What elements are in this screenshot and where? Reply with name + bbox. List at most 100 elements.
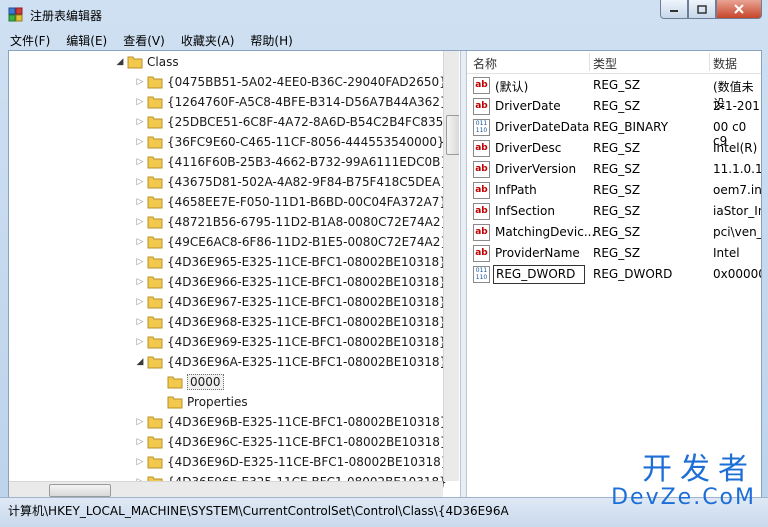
value-name: InfPath: [495, 183, 537, 197]
value-row[interactable]: ab (默认) REG_SZ (数值未设: [467, 75, 761, 111]
value-type: REG_SZ: [593, 162, 641, 176]
tree-item-label: {4D36E966-E325-11CE-BFC1-08002BE10318}: [167, 275, 447, 289]
tree-item[interactable]: ▷ {48721B56-6795-11D2-B1A8-0080C72E74A2}: [133, 212, 449, 232]
value-row[interactable]: ab InfSection REG_SZ iaStor_In: [467, 201, 761, 222]
menu-favorites[interactable]: 收藏夹(A): [171, 32, 241, 49]
menu-bar: 文件(F) 编辑(E) 查看(V) 收藏夹(A) 帮助(H): [0, 30, 768, 50]
tree-item[interactable]: Properties: [153, 392, 248, 412]
value-name: InfSection: [495, 204, 555, 218]
tree-item[interactable]: ▷ {4D36E96B-E325-11CE-BFC1-08002BE10318}: [133, 412, 448, 432]
value-type: REG_SZ: [593, 78, 641, 92]
string-value-icon: ab: [473, 245, 490, 262]
tree-item-label: {4D36E96B-E325-11CE-BFC1-08002BE10318}: [167, 415, 448, 429]
value-row[interactable]: ab InfPath REG_SZ oem7.in: [467, 180, 761, 201]
expand-arrow-icon[interactable]: ▷: [133, 117, 147, 127]
value-row[interactable]: 011 110 DriverDateData REG_BINARY 00 c0 c9: [467, 117, 761, 148]
tree-item[interactable]: ▷ {4D36E968-E325-11CE-BFC1-08002BE10318}: [133, 312, 447, 332]
pane-splitter[interactable]: [460, 51, 467, 497]
tree-hscroll-thumb[interactable]: [49, 484, 111, 497]
expand-arrow-icon[interactable]: ▷: [133, 257, 147, 267]
tree-item[interactable]: ▷ {0475BB51-5A02-4EE0-B36C-29040FAD2650}: [133, 72, 447, 92]
folder-icon: [167, 376, 183, 389]
tree-item[interactable]: ▷ {43675D81-502A-4A82-9F84-B75F418C5DEA}: [133, 172, 448, 192]
expand-arrow-icon[interactable]: ▷: [133, 437, 147, 447]
tree-item[interactable]: ▷ {49CE6AC8-6F86-11D2-B1E5-0080C72E74A2}: [133, 232, 448, 252]
value-data: 0x00000: [713, 267, 761, 281]
value-name: DriverVersion: [495, 162, 577, 176]
values-column-header: 名称 类型 数据: [467, 51, 761, 74]
folder-icon: [147, 416, 163, 429]
tree-item-label: {4D36E969-E325-11CE-BFC1-08002BE10318}: [167, 335, 447, 349]
key-tree-pane[interactable]: ◢ Class ▷ {0475BB51-5A02-4EE0-B36C-29040F…: [9, 51, 459, 497]
tree-item-label: {4D36E968-E325-11CE-BFC1-08002BE10318}: [167, 315, 447, 329]
close-icon: [734, 4, 744, 14]
collapse-arrow-icon[interactable]: ◢: [113, 57, 127, 67]
menu-help[interactable]: 帮助(H): [240, 32, 298, 49]
value-data: 11.1.0.1: [713, 162, 761, 176]
expand-arrow-icon[interactable]: ▷: [133, 237, 147, 247]
tree-item[interactable]: ◢ {4D36E96A-E325-11CE-BFC1-08002BE10318}: [133, 352, 448, 372]
minimize-icon: [670, 10, 678, 12]
minimize-button[interactable]: [660, 0, 688, 19]
values-pane[interactable]: 名称 类型 数据 ab (默认) REG_SZ (数值未设 ab DriverDate RE…: [467, 51, 761, 497]
expand-arrow-icon[interactable]: ▷: [133, 317, 147, 327]
tree-vertical-scrollbar[interactable]: [443, 51, 459, 481]
tree-item-label: {4D36E96A-E325-11CE-BFC1-08002BE10318}: [167, 355, 448, 369]
title-bar[interactable]: 注册表编辑器: [0, 0, 768, 30]
string-value-icon: ab: [473, 161, 490, 178]
folder-icon: [147, 456, 163, 469]
value-type: REG_SZ: [593, 225, 641, 239]
rename-input[interactable]: REG_DWORD: [493, 265, 585, 284]
tree-item[interactable]: ▷ {36FC9E60-C465-11CF-8056-444553540000}: [133, 132, 445, 152]
expand-arrow-icon[interactable]: ▷: [133, 337, 147, 347]
value-row[interactable]: ab DriverDate REG_SZ 2-1-201: [467, 96, 761, 117]
menu-file[interactable]: 文件(F): [0, 32, 56, 49]
expand-arrow-icon[interactable]: ▷: [133, 277, 147, 287]
regedit-window: 注册表编辑器 文件(F) 编辑(E) 查看(V) 收藏夹(A) 帮助(H) ◢ …: [0, 0, 768, 527]
tree-horizontal-scrollbar[interactable]: [9, 481, 443, 497]
expand-arrow-icon[interactable]: ▷: [133, 157, 147, 167]
maximize-icon: [697, 4, 707, 14]
menu-edit[interactable]: 编辑(E): [56, 32, 113, 49]
tree-item[interactable]: ▷ {4D36E967-E325-11CE-BFC1-08002BE10318}: [133, 292, 447, 312]
column-data-header[interactable]: 数据: [713, 55, 737, 72]
expand-arrow-icon[interactable]: ▷: [133, 457, 147, 467]
column-separator[interactable]: [709, 53, 710, 71]
tree-item[interactable]: ▷ {1264760F-A5C8-4BFE-B314-D56A7B44A362}: [133, 92, 448, 112]
tree-item[interactable]: ▷ {4D36E966-E325-11CE-BFC1-08002BE10318}: [133, 272, 447, 292]
value-row[interactable]: 011 110 REG_DWORD REG_DWORD 0x00000: [467, 264, 761, 285]
maximize-button[interactable]: [688, 0, 716, 19]
tree-item[interactable]: ▷ {4D36E969-E325-11CE-BFC1-08002BE10318}: [133, 332, 447, 352]
expand-arrow-icon[interactable]: ▷: [133, 417, 147, 427]
expand-arrow-icon[interactable]: ▷: [133, 217, 147, 227]
value-row[interactable]: ab DriverDesc REG_SZ Intel(R): [467, 138, 761, 159]
collapse-arrow-icon[interactable]: ◢: [133, 357, 147, 367]
expand-arrow-icon[interactable]: ▷: [133, 297, 147, 307]
expand-arrow-icon[interactable]: ▷: [133, 177, 147, 187]
expand-arrow-icon[interactable]: ▷: [133, 77, 147, 87]
tree-item[interactable]: ▷ {25DBCE51-6C8F-4A72-8A6D-B54C2B4FC835}: [133, 112, 451, 132]
tree-item[interactable]: ▷ {4116F60B-25B3-4662-B732-99A6111EDC0B}: [133, 152, 448, 172]
tree-item[interactable]: ▷ {4D36E96D-E325-11CE-BFC1-08002BE10318}: [133, 452, 449, 472]
tree-item[interactable]: ▷ {4658EE7E-F050-11D1-B6BD-00C04FA372A7}: [133, 192, 448, 212]
tree-item[interactable]: ▷ {4D36E96C-E325-11CE-BFC1-08002BE10318}: [133, 432, 448, 452]
tree-scroll-thumb[interactable]: [446, 115, 459, 155]
expand-arrow-icon[interactable]: ▷: [133, 137, 147, 147]
tree-item[interactable]: 0000: [153, 372, 224, 392]
menu-view[interactable]: 查看(V): [113, 32, 171, 49]
value-data: oem7.in: [713, 183, 761, 197]
expand-arrow-icon[interactable]: ▷: [133, 197, 147, 207]
tree-item[interactable]: ▷ {4D36E965-E325-11CE-BFC1-08002BE10318}: [133, 252, 447, 272]
column-separator[interactable]: [589, 53, 590, 71]
column-type-header[interactable]: 类型: [593, 55, 617, 72]
binary-value-icon: 011 110: [473, 266, 490, 283]
tree-item-class[interactable]: ◢ Class: [113, 52, 179, 72]
value-row[interactable]: ab ProviderName REG_SZ Intel: [467, 243, 761, 264]
value-row[interactable]: ab DriverVersion REG_SZ 11.1.0.1: [467, 159, 761, 180]
column-name-header[interactable]: 名称: [473, 55, 497, 72]
value-row[interactable]: ab MatchingDevic... REG_SZ pci\ven_: [467, 222, 761, 243]
expand-arrow-icon[interactable]: ▷: [133, 97, 147, 107]
status-path: 计算机\HKEY_LOCAL_MACHINE\SYSTEM\CurrentCon…: [8, 504, 509, 518]
close-button[interactable]: [716, 0, 762, 19]
tree-item-label: {25DBCE51-6C8F-4A72-8A6D-B54C2B4FC835}: [167, 115, 451, 129]
